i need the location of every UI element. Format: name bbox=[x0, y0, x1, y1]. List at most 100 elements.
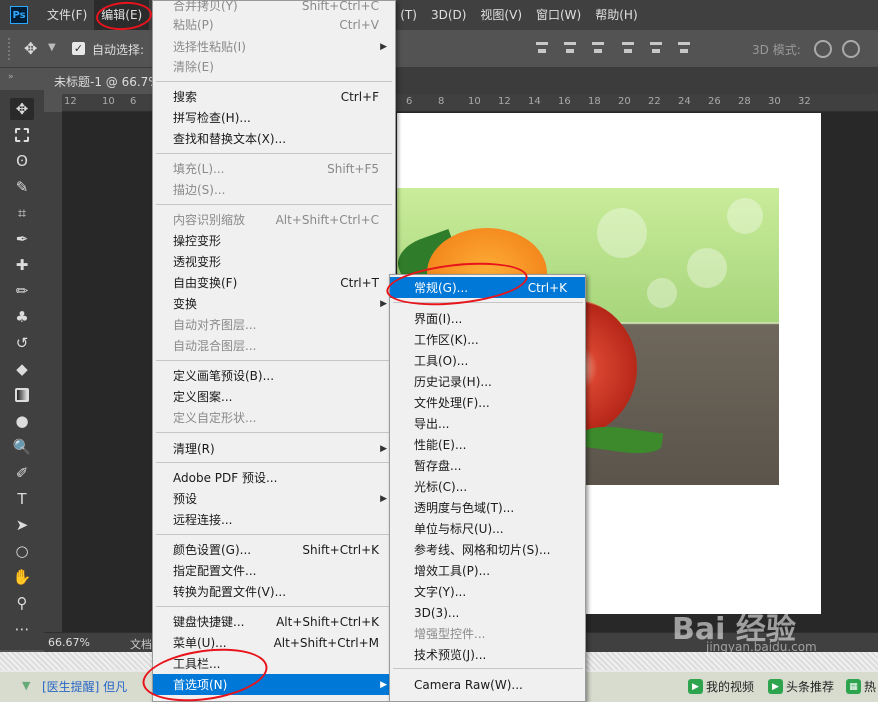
menu-item-spell-check[interactable]: 拼写检查(H)... bbox=[153, 107, 395, 128]
menu-item-keyboard-shortcuts[interactable]: 键盘快捷键... Alt+Shift+Ctrl+K bbox=[153, 611, 395, 632]
submenu-item-tools[interactable]: 工具(O)... bbox=[390, 350, 585, 371]
menu-view[interactable]: 视图(V) bbox=[473, 0, 529, 30]
marquee-tool-icon[interactable] bbox=[10, 124, 34, 146]
menu-item-define-shape[interactable]: 定义自定形状... bbox=[153, 407, 395, 428]
eraser-tool-icon[interactable]: ◆ bbox=[10, 358, 34, 380]
menu-item-remote-connections[interactable]: 远程连接... bbox=[153, 509, 395, 530]
options-grip[interactable] bbox=[8, 38, 12, 60]
menu-file[interactable]: 文件(F) bbox=[40, 0, 94, 30]
document-tab[interactable]: 未标题-1 @ 66.7% bbox=[44, 68, 154, 94]
gradient-tool-icon[interactable] bbox=[10, 384, 34, 406]
menu-item-fill[interactable]: 填充(L)... Shift+F5 bbox=[153, 158, 395, 179]
submenu-item-enhanced-controls[interactable]: 增强型控件... bbox=[390, 623, 585, 644]
path-select-icon[interactable]: ➤ bbox=[10, 514, 34, 536]
submenu-item-export[interactable]: 导出... bbox=[390, 413, 585, 434]
healing-tool-icon[interactable]: ✚ bbox=[10, 254, 34, 276]
menu-item-purge[interactable]: 清理(R) ▶ bbox=[153, 438, 395, 459]
document-info-label[interactable]: 文档 bbox=[130, 636, 152, 652]
chevron-down-icon[interactable]: ▼ bbox=[48, 42, 56, 53]
menu-type[interactable]: (T) bbox=[393, 0, 424, 30]
menu-item-color-settings[interactable]: 颜色设置(G)... Shift+Ctrl+K bbox=[153, 539, 395, 560]
align-middle-icon[interactable] bbox=[562, 40, 578, 56]
pen-tool-icon[interactable]: ✐ bbox=[10, 462, 34, 484]
submenu-item-3d[interactable]: 3D(3)... bbox=[390, 602, 585, 623]
submenu-item-tech-previews[interactable]: 技术预览(J)... bbox=[390, 644, 585, 665]
crop-tool-icon[interactable]: ⌗ bbox=[10, 202, 34, 224]
submenu-item-workspace[interactable]: 工作区(K)... bbox=[390, 329, 585, 350]
submenu-item-plugins[interactable]: 增效工具(P)... bbox=[390, 560, 585, 581]
panel-collapse-icon[interactable]: » bbox=[8, 72, 14, 82]
menu-item-find-replace[interactable]: 查找和替换文本(X)... bbox=[153, 128, 395, 149]
zoom-level[interactable]: 66.67% bbox=[48, 636, 90, 649]
menu-item-pdf-presets[interactable]: Adobe PDF 预设... bbox=[153, 467, 395, 488]
menu-item-transform[interactable]: 变换 ▶ bbox=[153, 293, 395, 314]
menu-3d[interactable]: 3D(D) bbox=[424, 0, 473, 30]
history-brush-icon[interactable]: ↺ bbox=[10, 332, 34, 354]
my-video-button[interactable]: ▶ 我的视频 bbox=[688, 678, 754, 695]
menu-item-define-brush[interactable]: 定义画笔预设(B)... bbox=[153, 365, 395, 386]
align-top-icon[interactable] bbox=[534, 40, 550, 56]
lasso-tool-icon[interactable]: ʘ bbox=[10, 150, 34, 172]
quick-select-tool-icon[interactable]: ✎ bbox=[10, 176, 34, 198]
menu-item-presets[interactable]: 预设 ▶ bbox=[153, 488, 395, 509]
menu-help[interactable]: 帮助(H) bbox=[588, 0, 644, 30]
submenu-item-history[interactable]: 历史记录(H)... bbox=[390, 371, 585, 392]
menu-item-convert-profile[interactable]: 转换为配置文件(V)... bbox=[153, 581, 395, 602]
menu-item-search[interactable]: 搜索 Ctrl+F bbox=[153, 86, 395, 107]
play-icon: ▶ bbox=[768, 679, 783, 694]
hand-tool-icon[interactable]: ✋ bbox=[10, 566, 34, 588]
menu-item-perspective-warp[interactable]: 透视变形 bbox=[153, 251, 395, 272]
menu-item-free-transform[interactable]: 自由变换(F) Ctrl+T bbox=[153, 272, 395, 293]
move-tool-icon[interactable]: ✥ bbox=[10, 98, 34, 120]
brush-tool-icon[interactable]: ✏ bbox=[10, 280, 34, 302]
distribute-left-icon[interactable] bbox=[620, 40, 636, 56]
type-tool-icon[interactable]: T bbox=[10, 488, 34, 510]
ellipse-tool-icon[interactable]: ○ bbox=[10, 540, 34, 562]
blur-tool-icon[interactable]: ● bbox=[10, 410, 34, 432]
expand-arrow-icon[interactable]: ▼ bbox=[22, 679, 30, 692]
menu-item-assign-profile[interactable]: 指定配置文件... bbox=[153, 560, 395, 581]
submenu-item-guides-grid[interactable]: 参考线、网格和切片(S)... bbox=[390, 539, 585, 560]
align-bottom-icon[interactable] bbox=[590, 40, 606, 56]
eyedropper-tool-icon[interactable]: ✒ bbox=[10, 228, 34, 250]
submenu-item-type[interactable]: 文字(Y)... bbox=[390, 581, 585, 602]
hot-button[interactable]: ▦ 热 bbox=[846, 678, 876, 695]
menu-item-menus[interactable]: 菜单(U)... Alt+Shift+Ctrl+M bbox=[153, 632, 395, 653]
menu-item-toolbar[interactable]: 工具栏... bbox=[153, 653, 395, 674]
menu-item-define-pattern[interactable]: 定义图案... bbox=[153, 386, 395, 407]
submenu-item-scratch-disks[interactable]: 暂存盘... bbox=[390, 455, 585, 476]
menu-item-label: 3D(3)... bbox=[414, 605, 460, 620]
more-tools-icon[interactable]: ⋯ bbox=[10, 618, 34, 640]
roll-3d-icon[interactable] bbox=[842, 40, 860, 58]
menu-item-auto-blend-layers[interactable]: 自动混合图层... bbox=[153, 335, 395, 356]
menu-item-puppet-warp[interactable]: 操控变形 bbox=[153, 230, 395, 251]
menu-edit[interactable]: 编辑(E) bbox=[94, 0, 150, 30]
distribute-center-icon[interactable] bbox=[648, 40, 664, 56]
orbit-3d-icon[interactable] bbox=[814, 40, 832, 58]
dodge-tool-icon[interactable]: 🔍 bbox=[10, 436, 34, 458]
submenu-item-cursors[interactable]: 光标(C)... bbox=[390, 476, 585, 497]
auto-select-checkbox[interactable]: ✓ bbox=[72, 42, 85, 55]
submenu-arrow-icon: ▶ bbox=[380, 298, 387, 309]
menu-item-paste[interactable]: 粘贴(P) Ctrl+V bbox=[153, 14, 395, 35]
menu-item-auto-align-layers[interactable]: 自动对齐图层... bbox=[153, 314, 395, 335]
menu-item-paste-special[interactable]: 选择性粘贴(I) ▶ bbox=[153, 36, 395, 57]
menu-item-clear[interactable]: 清除(E) bbox=[153, 56, 395, 77]
menu-item-preferences[interactable]: 首选项(N) ▶ bbox=[153, 674, 395, 695]
submenu-item-transparency[interactable]: 透明度与色域(T)... bbox=[390, 497, 585, 518]
news-link[interactable]: [医生提醒] 但凡 bbox=[42, 678, 127, 695]
submenu-item-performance[interactable]: 性能(E)... bbox=[390, 434, 585, 455]
menu-item-content-aware-scale[interactable]: 内容识别缩放 Alt+Shift+Ctrl+C bbox=[153, 209, 395, 230]
submenu-item-interface[interactable]: 界面(I)... bbox=[390, 308, 585, 329]
news-recommend-button[interactable]: ▶ 头条推荐 bbox=[768, 678, 834, 695]
menu-item-stroke[interactable]: 描边(S)... bbox=[153, 179, 395, 200]
zoom-tool-icon[interactable]: ⚲ bbox=[10, 592, 34, 614]
distribute-right-icon[interactable] bbox=[676, 40, 692, 56]
submenu-item-camera-raw[interactable]: Camera Raw(W)... bbox=[390, 674, 585, 695]
submenu-item-general[interactable]: 常规(G)... Ctrl+K bbox=[390, 277, 585, 298]
move-tool-icon[interactable]: ✥ bbox=[24, 39, 37, 58]
submenu-item-units-rulers[interactable]: 单位与标尺(U)... bbox=[390, 518, 585, 539]
stamp-tool-icon[interactable]: ♣ bbox=[10, 306, 34, 328]
menu-window[interactable]: 窗口(W) bbox=[529, 0, 588, 30]
submenu-item-file-handling[interactable]: 文件处理(F)... bbox=[390, 392, 585, 413]
